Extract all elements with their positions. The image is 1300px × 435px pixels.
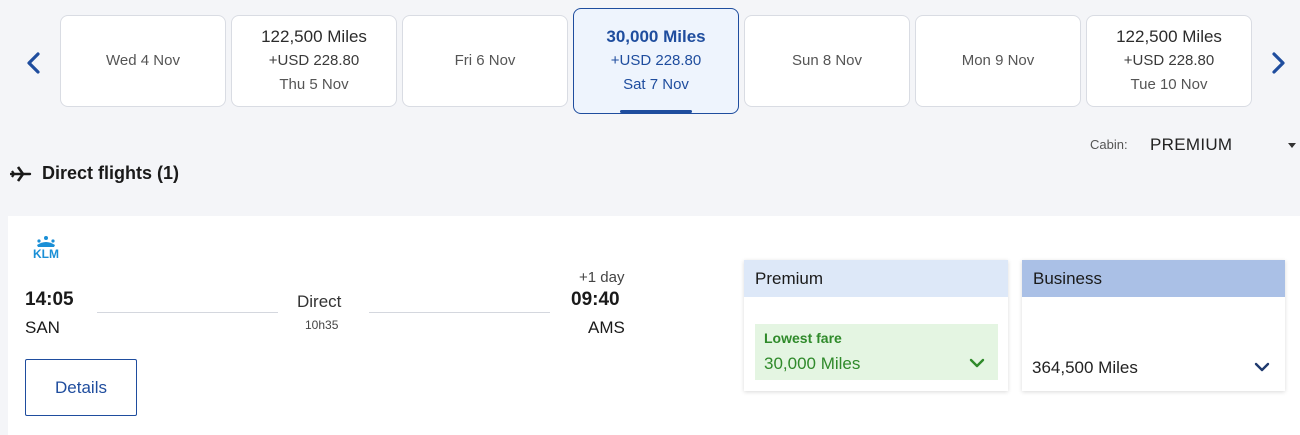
date-usd: +USD 228.80 bbox=[610, 52, 702, 69]
prev-dates-button[interactable] bbox=[22, 48, 46, 78]
arrival-time: 09:40 bbox=[571, 289, 620, 310]
fare-value: 364,500 Miles bbox=[1032, 358, 1138, 377]
fare-card-title: Premium bbox=[744, 260, 1008, 297]
selected-indicator bbox=[620, 110, 692, 113]
date-miles: 122,500 Miles bbox=[1116, 27, 1222, 46]
arrival-airport: AMS bbox=[588, 318, 625, 337]
fare-card-premium[interactable]: Premium Lowest fare 30,000 Miles bbox=[744, 260, 1008, 391]
cabin-select[interactable]: PREMIUM bbox=[1150, 135, 1232, 155]
date-label: Sun 8 Nov bbox=[791, 52, 863, 69]
departure-airport: SAN bbox=[25, 318, 60, 337]
flight-result-card: KLM 14:05 SAN Direct 10h35 +1 day 09:40 … bbox=[8, 216, 1300, 435]
date-miles: 122,500 Miles bbox=[261, 27, 367, 46]
chevron-down-icon bbox=[1254, 362, 1270, 372]
date-label: Wed 4 Nov bbox=[106, 52, 180, 69]
departure-time: 14:05 bbox=[25, 289, 74, 310]
cabin-label: Cabin: bbox=[1090, 137, 1128, 152]
date-label: Mon 9 Nov bbox=[961, 52, 1035, 69]
lowest-fare-option[interactable]: Lowest fare 30,000 Miles bbox=[755, 324, 998, 380]
stops-label: Direct bbox=[297, 292, 342, 311]
date-option-wed-4-nov[interactable]: Wed 4 Nov bbox=[60, 15, 226, 107]
date-option-thu-5-nov[interactable]: 122,500 Miles +USD 228.80 Thu 5 Nov bbox=[231, 15, 397, 107]
fare-card-business[interactable]: Business 364,500 Miles bbox=[1022, 260, 1285, 391]
date-label: Thu 5 Nov bbox=[279, 76, 349, 93]
section-title: Direct flights (1) bbox=[42, 163, 180, 183]
date-label: Fri 6 Nov bbox=[454, 52, 516, 69]
lowest-fare-tag: Lowest fare bbox=[764, 330, 842, 346]
route-line bbox=[369, 312, 550, 313]
date-option-mon-9-nov[interactable]: Mon 9 Nov bbox=[915, 15, 1081, 107]
svg-text:KLM: KLM bbox=[33, 247, 59, 260]
next-dates-button[interactable] bbox=[1266, 48, 1290, 78]
date-usd: +USD 228.80 bbox=[1123, 52, 1215, 69]
chevron-down-icon bbox=[969, 358, 985, 368]
details-button[interactable]: Details bbox=[25, 359, 137, 416]
date-option-tue-10-nov[interactable]: 122,500 Miles +USD 228.80 Tue 10 Nov bbox=[1086, 15, 1252, 107]
date-label: Sat 7 Nov bbox=[623, 76, 689, 93]
fare-card-title: Business bbox=[1022, 260, 1285, 297]
date-option-fri-6-nov[interactable]: Fri 6 Nov bbox=[402, 15, 568, 107]
date-label: Tue 10 Nov bbox=[1130, 76, 1208, 93]
date-miles: 30,000 Miles bbox=[606, 27, 706, 46]
duration-label: 10h35 bbox=[305, 318, 339, 332]
chevron-left-icon bbox=[27, 52, 40, 74]
date-option-sat-7-nov-selected[interactable]: 30,000 Miles +USD 228.80 Sat 7 Nov bbox=[573, 8, 739, 114]
date-option-sun-8-nov[interactable]: Sun 8 Nov bbox=[744, 15, 910, 107]
klm-logo: KLM bbox=[33, 236, 59, 260]
fare-value: 30,000 Miles bbox=[764, 354, 861, 373]
chevron-right-icon bbox=[1272, 52, 1285, 74]
plane-icon bbox=[10, 165, 32, 182]
date-usd: +USD 228.80 bbox=[268, 52, 360, 69]
day-offset-label: +1 day bbox=[579, 269, 625, 286]
route-line bbox=[97, 312, 278, 313]
direct-flights-heading: Direct flights (1) bbox=[10, 163, 179, 184]
caret-down-icon[interactable] bbox=[1288, 143, 1296, 148]
